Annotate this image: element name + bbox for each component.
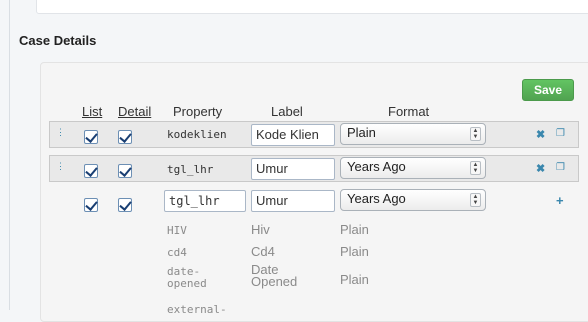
section-title: Case Details bbox=[19, 33, 97, 48]
format-select[interactable]: Plain ▲ ▼ bbox=[340, 123, 486, 145]
save-button[interactable]: Save bbox=[522, 79, 574, 101]
new-list-checkbox[interactable] bbox=[84, 198, 98, 212]
new-property-input[interactable]: tgl_lhr bbox=[164, 190, 246, 212]
plus-icon[interactable]: + bbox=[556, 193, 564, 208]
select-arrows-icon: ▲ ▼ bbox=[470, 161, 481, 175]
close-icon[interactable]: ✖ bbox=[536, 162, 545, 175]
drag-handle-icon[interactable]: ⋮ bbox=[56, 128, 65, 137]
new-detail-checkbox[interactable] bbox=[118, 198, 132, 212]
format-select-value: Years Ago bbox=[347, 159, 406, 174]
column-header-format: Format bbox=[388, 104, 430, 119]
format-select[interactable]: Years Ago ▲ ▼ bbox=[340, 157, 486, 179]
list-checkbox[interactable] bbox=[84, 164, 98, 178]
available-format: Plain bbox=[340, 272, 369, 287]
available-format: Plain bbox=[340, 222, 369, 237]
available-property[interactable]: cd4 bbox=[167, 247, 187, 259]
close-icon[interactable]: ✖ bbox=[536, 128, 545, 141]
available-format: Plain bbox=[340, 244, 369, 259]
left-border bbox=[9, 0, 10, 310]
available-label: Cd4 bbox=[251, 244, 275, 259]
format-select-value: Plain bbox=[347, 125, 376, 140]
available-property[interactable]: HIV bbox=[167, 225, 187, 237]
label-input[interactable]: Umur bbox=[251, 158, 335, 180]
property-name: tgl_lhr bbox=[167, 163, 214, 176]
drag-handle-icon[interactable]: ⋮ bbox=[56, 162, 65, 171]
detail-checkbox[interactable] bbox=[118, 164, 132, 178]
available-property[interactable]: external- bbox=[167, 304, 227, 316]
new-format-select[interactable]: Years Ago ▲ ▼ bbox=[340, 189, 486, 211]
list-checkbox[interactable] bbox=[84, 130, 98, 144]
column-header-label: Label bbox=[271, 104, 303, 119]
copy-icon[interactable]: ❐ bbox=[556, 162, 565, 173]
select-arrows-icon: ▲ ▼ bbox=[470, 127, 481, 141]
new-label-input[interactable]: Umur bbox=[251, 190, 335, 212]
previous-panel bbox=[36, 0, 588, 14]
column-header-property: Property bbox=[173, 104, 223, 119]
available-property-line: opened bbox=[167, 277, 207, 290]
column-header-detail: Detail bbox=[118, 104, 152, 119]
column-header-list: List bbox=[82, 104, 103, 119]
format-select-value: Years Ago bbox=[347, 191, 406, 206]
copy-icon[interactable]: ❐ bbox=[556, 128, 565, 139]
property-name: kodeklien bbox=[167, 128, 227, 141]
label-input[interactable]: Kode Klien bbox=[251, 124, 335, 146]
available-property[interactable]: date- opened bbox=[167, 266, 207, 290]
select-arrows-icon: ▲ ▼ bbox=[470, 193, 481, 207]
detail-checkbox[interactable] bbox=[118, 130, 132, 144]
available-label: Hiv bbox=[251, 222, 270, 237]
available-label-line: Opened bbox=[251, 274, 298, 289]
available-label: Date Opened bbox=[251, 263, 298, 289]
